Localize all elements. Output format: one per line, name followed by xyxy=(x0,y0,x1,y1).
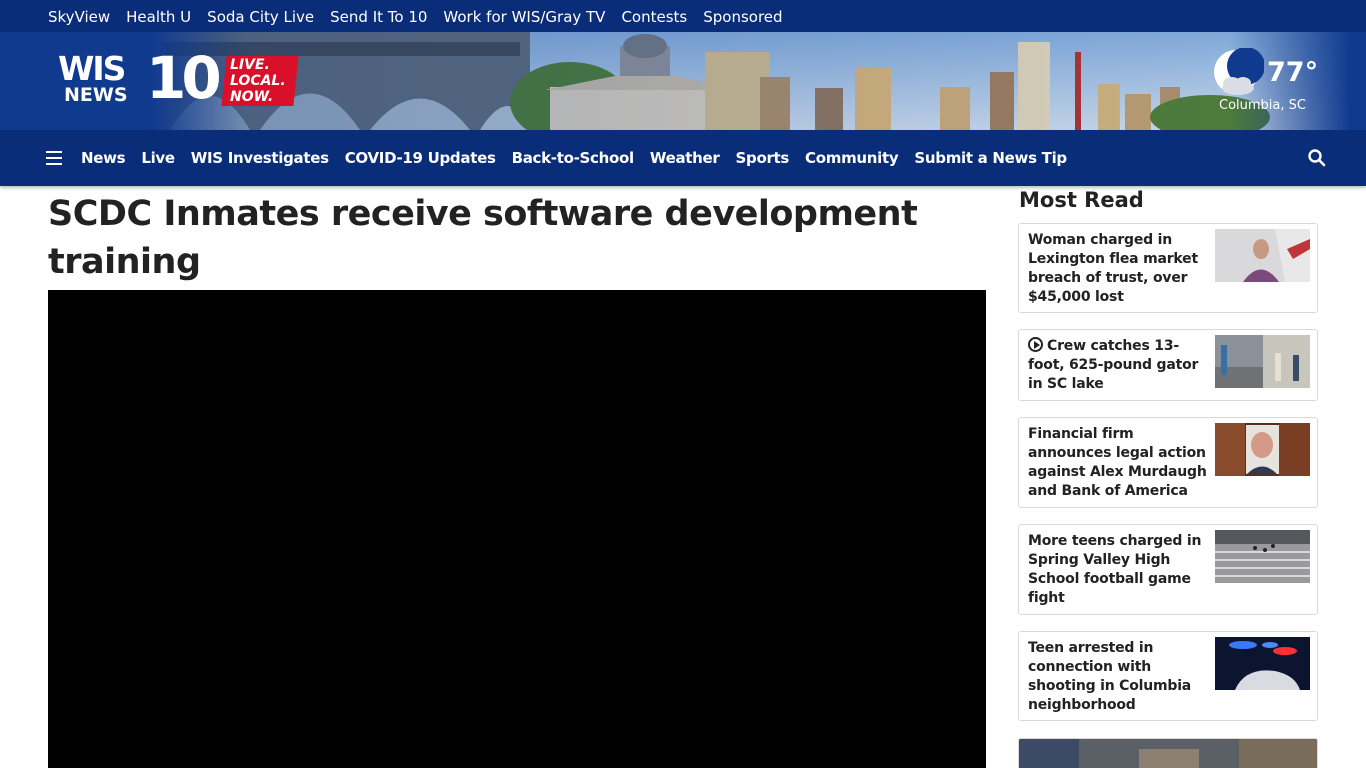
nav-item-wis-investigates[interactable]: WIS Investigates xyxy=(191,149,329,167)
main-navigation: News Live WIS Investigates COVID-19 Upda… xyxy=(0,130,1366,186)
play-icon xyxy=(1028,337,1043,352)
nav-item-community[interactable]: Community xyxy=(805,149,899,167)
most-read-item[interactable]: Woman charged in Lexington flea market b… xyxy=(1018,223,1318,313)
most-read-thumbnail xyxy=(1215,637,1310,690)
most-read-item[interactable]: Teen arrested in connection with shootin… xyxy=(1018,631,1318,721)
most-read-thumbnail xyxy=(1215,423,1310,476)
most-read-item-title: Woman charged in Lexington flea market b… xyxy=(1028,232,1198,305)
nav-item-live[interactable]: Live xyxy=(141,149,175,167)
columbia-skyline-image xyxy=(150,32,1350,130)
search-icon[interactable] xyxy=(1307,148,1327,168)
utility-link-health-u[interactable]: Health U xyxy=(126,8,191,26)
logo-ten-text: 10 xyxy=(146,44,222,112)
most-read-thumbnail xyxy=(1215,530,1310,583)
most-read-thumbnail xyxy=(1215,229,1310,282)
nav-item-submit-news-tip[interactable]: Submit a News Tip xyxy=(914,149,1067,167)
weather-widget[interactable]: 77° Columbia, SC xyxy=(1210,48,1320,118)
video-player[interactable] xyxy=(48,290,986,768)
utility-link-send-it-to-10[interactable]: Send It To 10 xyxy=(330,8,427,26)
nav-item-news[interactable]: News xyxy=(81,149,126,167)
nav-item-back-to-school[interactable]: Back-to-School xyxy=(512,149,635,167)
weather-temperature: 77° xyxy=(1267,57,1319,88)
article-headline: SCDC Inmates receive software developmen… xyxy=(48,194,918,282)
most-read-item-title: Financial firm announces legal action ag… xyxy=(1028,426,1207,499)
most-read-item[interactable] xyxy=(1018,738,1318,768)
most-read-item[interactable]: Crew catches 13-foot, 625-pound gator in… xyxy=(1018,329,1318,401)
header-banner: WIS NEWS 10 LIVE. LOCAL. NOW. 77° Columb… xyxy=(0,32,1366,130)
most-read-item-text: Crew catches 13-foot, 625-pound gator in… xyxy=(1028,338,1199,392)
utility-link-work-for-wis[interactable]: Work for WIS/Gray TV xyxy=(443,8,605,26)
nav-links: News Live WIS Investigates COVID-19 Upda… xyxy=(81,148,1083,167)
nav-item-weather[interactable]: Weather xyxy=(650,149,720,167)
logo-news-text: NEWS xyxy=(64,84,128,106)
utility-link-contests[interactable]: Contests xyxy=(621,8,687,26)
logo-tagline: LIVE. LOCAL. NOW. xyxy=(230,57,286,105)
utility-link-soda-city-live[interactable]: Soda City Live xyxy=(207,8,314,26)
most-read-item-title: More teens charged in Spring Valley High… xyxy=(1028,533,1202,606)
most-read-item[interactable]: Financial firm announces legal action ag… xyxy=(1018,417,1318,508)
nav-item-sports[interactable]: Sports xyxy=(736,149,790,167)
nav-item-covid-19-updates[interactable]: COVID-19 Updates xyxy=(345,149,496,167)
menu-hamburger-icon[interactable] xyxy=(46,151,62,165)
moon-cloud-icon xyxy=(1214,48,1264,95)
most-read-thumbnail xyxy=(1019,739,1317,768)
top-utility-bar: SkyView Health U Soda City Live Send It … xyxy=(0,0,1366,32)
logo-wis-text: WIS xyxy=(58,49,126,88)
utility-link-sponsored[interactable]: Sponsored xyxy=(703,8,782,26)
most-read-item-title: Teen arrested in connection with shootin… xyxy=(1028,640,1192,713)
most-read-item-title: Crew catches 13-foot, 625-pound gator in… xyxy=(1028,337,1208,394)
wis-news-10-logo[interactable]: WIS NEWS 10 LIVE. LOCAL. NOW. xyxy=(58,48,299,110)
most-read-thumbnail xyxy=(1215,335,1310,388)
most-read-heading: Most Read xyxy=(1019,188,1144,212)
weather-location: Columbia, SC xyxy=(1219,98,1306,113)
most-read-item[interactable]: More teens charged in Spring Valley High… xyxy=(1018,524,1318,615)
utility-links: SkyView Health U Soda City Live Send It … xyxy=(48,7,799,26)
utility-link-skyview[interactable]: SkyView xyxy=(48,8,110,26)
